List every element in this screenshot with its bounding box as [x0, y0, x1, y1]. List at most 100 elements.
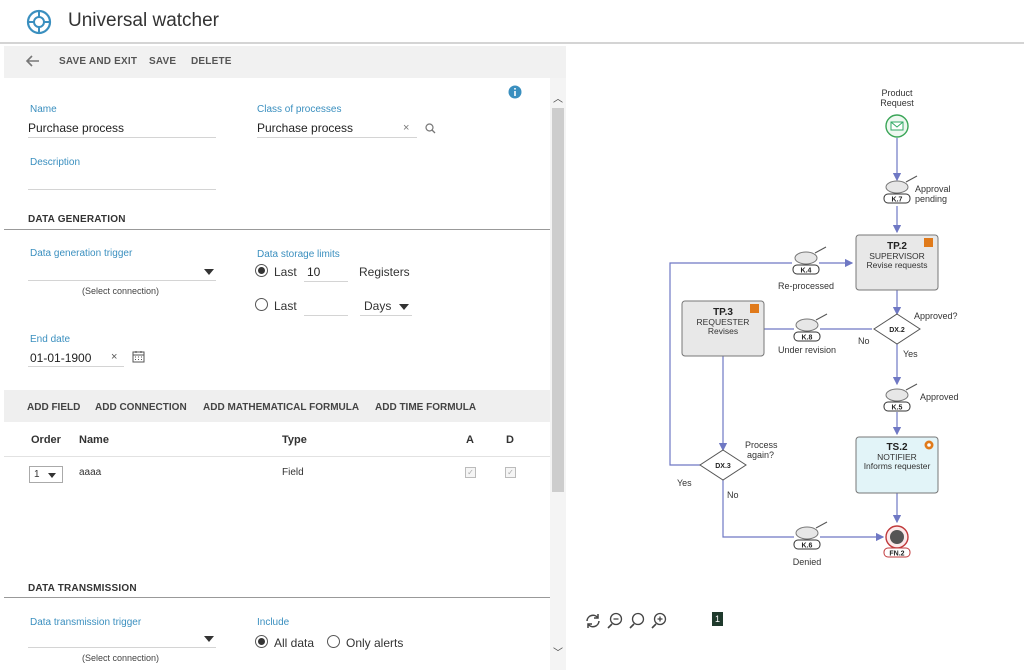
user-task-icon	[750, 304, 759, 313]
section-divider	[4, 597, 550, 598]
days-unit-select[interactable]: Days	[364, 299, 391, 313]
radio-last-registers[interactable]	[255, 264, 268, 277]
k4-label: Re-processed	[778, 281, 834, 291]
save-button[interactable]: SAVE	[149, 56, 176, 67]
k6-node[interactable]	[795, 526, 819, 540]
ts2-task: Informs requester	[864, 461, 931, 471]
refresh-icon[interactable]	[584, 612, 602, 630]
chevron-down-icon[interactable]	[48, 473, 56, 478]
end-date-label: End date	[30, 334, 71, 345]
end-date-input[interactable]: 01-01-1900	[30, 351, 91, 365]
checkbox-d[interactable]: ✓	[505, 467, 516, 478]
column-header-name: Name	[79, 434, 109, 446]
generation-trigger-label: Data generation trigger	[30, 248, 133, 259]
tp3-task: Revises	[708, 326, 738, 336]
checkbox-a[interactable]: ✓	[465, 467, 476, 478]
fn2-code: FN.2	[889, 551, 904, 558]
order-select[interactable]: 1	[29, 466, 63, 483]
transmission-trigger-hint: (Select connection)	[82, 653, 160, 663]
app-title: Universal watcher	[68, 10, 219, 31]
zoom-in-icon[interactable]	[650, 612, 668, 630]
add-field-button[interactable]: ADD FIELD	[27, 402, 80, 413]
generation-trigger-hint: (Select connection)	[82, 286, 160, 296]
registers-unit-label: Registers	[359, 265, 410, 279]
add-toolbar: ADD FIELD ADD CONNECTION ADD MATHEMATICA…	[4, 390, 550, 422]
dx2-no-label: No	[858, 336, 870, 346]
class-label: Class of processes	[257, 104, 342, 115]
column-header-a: A	[466, 434, 474, 446]
toolbar: SAVE AND EXIT SAVE DELETE	[4, 46, 566, 78]
dx2-label: Approved?	[914, 311, 958, 321]
dx3-label: again?	[747, 450, 774, 460]
scrollbar-thumb[interactable]	[552, 108, 564, 492]
back-arrow-icon[interactable]	[24, 52, 42, 70]
k7-node[interactable]	[885, 180, 909, 194]
transmission-trigger-select[interactable]	[28, 647, 216, 648]
days-unit-underline	[360, 315, 412, 316]
row-type: Field	[282, 467, 304, 478]
calendar-icon[interactable]	[132, 350, 145, 363]
add-math-formula-button[interactable]: ADD MATHEMATICAL FORMULA	[203, 402, 359, 413]
info-icon[interactable]	[508, 85, 522, 99]
dx3-no-label: No	[727, 490, 739, 500]
start-label: Request	[880, 98, 914, 108]
class-input[interactable]: Purchase process	[257, 121, 353, 135]
diagram-panel: Product Request K.7 Approval pending TP.…	[566, 46, 1024, 670]
radio-only-alerts[interactable]	[327, 635, 340, 648]
registers-underline	[304, 281, 348, 282]
k5-label: Approved	[920, 392, 959, 402]
name-input[interactable]: Purchase process	[28, 121, 124, 135]
page-indicator[interactable]: 1	[712, 612, 723, 626]
class-underline	[257, 137, 417, 138]
chevron-down-icon[interactable]	[204, 269, 214, 275]
end-date-underline	[28, 366, 124, 367]
k5-code: K.5	[892, 405, 903, 412]
k5-node[interactable]	[885, 388, 909, 402]
k6-label: Denied	[793, 557, 822, 567]
radio-last-days[interactable]	[255, 298, 268, 311]
k8-label: Under revision	[778, 345, 836, 355]
column-header-type: Type	[282, 434, 307, 446]
clear-icon[interactable]: ×	[403, 122, 409, 134]
data-transmission-title: DATA TRANSMISSION	[28, 583, 137, 594]
add-time-formula-button[interactable]: ADD TIME FORMULA	[375, 402, 476, 413]
user-task-icon	[924, 238, 933, 247]
save-and-exit-button[interactable]: SAVE AND EXIT	[59, 56, 137, 67]
k8-node[interactable]	[795, 318, 819, 332]
add-connection-button[interactable]: ADD CONNECTION	[95, 402, 187, 413]
radio-all-data[interactable]	[255, 635, 268, 648]
column-header-order: Order	[31, 434, 61, 446]
chevron-down-icon[interactable]	[399, 304, 409, 310]
k4-code: K.4	[801, 268, 812, 275]
transmission-trigger-label: Data transmission trigger	[30, 617, 142, 628]
section-divider	[4, 229, 550, 230]
generation-trigger-select[interactable]	[28, 280, 216, 281]
scroll-down-icon[interactable]: ﹀	[553, 644, 563, 659]
dx2-yes-label: Yes	[903, 349, 918, 359]
k7-label: pending	[915, 194, 947, 204]
title-bar: Universal watcher	[0, 0, 1024, 44]
k8-code: K.8	[802, 335, 813, 342]
dx3-yes-label: Yes	[677, 478, 692, 488]
include-label: Include	[257, 617, 290, 628]
radio-only-alerts-label: Only alerts	[346, 636, 404, 650]
search-icon[interactable]	[425, 123, 436, 134]
description-underline	[28, 189, 216, 190]
zoom-out-icon[interactable]	[606, 612, 624, 630]
k7-label: Approval	[915, 184, 951, 194]
form-scrollbar[interactable]: ︿ ﹀	[550, 78, 566, 670]
zoom-fit-icon[interactable]	[628, 612, 646, 630]
form-panel: SAVE AND EXIT SAVE DELETE Name Purchase …	[4, 46, 566, 670]
chevron-down-icon[interactable]	[204, 636, 214, 642]
clear-icon[interactable]: ×	[111, 351, 117, 363]
registers-count-input[interactable]: 10	[307, 265, 320, 279]
dx3-code: DX.3	[715, 463, 731, 470]
order-value: 1	[34, 469, 40, 480]
radio-last-days-label: Last	[274, 299, 297, 313]
scroll-up-icon[interactable]: ︿	[553, 90, 563, 105]
tp2-task: Revise requests	[867, 260, 928, 270]
delete-button[interactable]: DELETE	[191, 56, 232, 67]
logo-icon	[26, 9, 52, 35]
k4-node[interactable]	[794, 251, 818, 265]
k7-code: K.7	[892, 197, 903, 204]
